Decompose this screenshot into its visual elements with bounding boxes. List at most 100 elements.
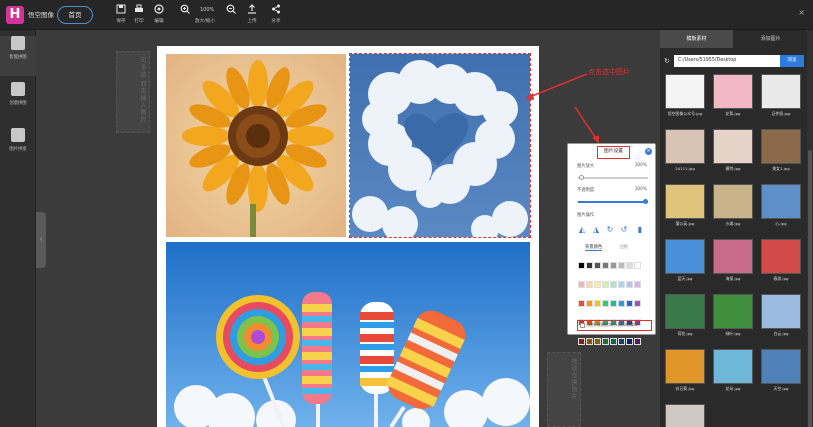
- flip-vertical-icon[interactable]: ◮: [591, 225, 601, 235]
- zoom-in-button[interactable]: [170, 4, 200, 28]
- opacity-slider[interactable]: [578, 199, 648, 204]
- color-swatch[interactable]: [626, 300, 633, 307]
- zoom-slider[interactable]: [578, 175, 648, 180]
- color-swatch[interactable]: [602, 262, 609, 269]
- color-swatch[interactable]: [634, 262, 641, 269]
- color-swatch[interactable]: [586, 338, 593, 345]
- sidebar-item-creative-collage[interactable]: 创意拼图: [0, 82, 36, 122]
- thumbnail-item[interactable]: 蒲公英.jpg: [665, 184, 705, 227]
- thumbnail-item[interactable]: 花絮.jpg: [713, 74, 753, 117]
- color-swatch[interactable]: [634, 300, 641, 307]
- thumbnail-image: [761, 294, 801, 329]
- color-swatch[interactable]: [618, 300, 625, 307]
- apply-all-checkbox-row[interactable]: 对所有图片执行相同的操作: [577, 320, 652, 331]
- color-swatch[interactable]: [594, 281, 601, 288]
- home-button[interactable]: 首页: [57, 6, 93, 24]
- color-swatch[interactable]: [618, 262, 625, 269]
- color-swatch[interactable]: [626, 262, 633, 269]
- color-swatch[interactable]: [586, 300, 593, 307]
- photo-lollipops[interactable]: [166, 242, 530, 427]
- apply-all-checkbox[interactable]: [580, 322, 585, 328]
- tab-bg-color[interactable]: 背景颜色: [585, 245, 603, 251]
- delete-icon[interactable]: ▮: [635, 225, 645, 235]
- edit-icon: [153, 4, 165, 16]
- tab-frame[interactable]: 边框: [620, 245, 629, 250]
- thumbnail-item[interactable]: 心.jpg: [761, 184, 801, 227]
- color-swatch[interactable]: [634, 338, 641, 345]
- browse-button[interactable]: 浏览: [780, 55, 804, 67]
- color-swatch[interactable]: [586, 262, 593, 269]
- sidebar-item-smart-collage[interactable]: 智能拼图: [0, 36, 36, 76]
- color-swatch[interactable]: [610, 300, 617, 307]
- thumbnail-image: [713, 349, 753, 384]
- app-logo: H: [6, 6, 24, 24]
- color-swatch[interactable]: [602, 281, 609, 288]
- close-icon[interactable]: ×: [798, 8, 805, 17]
- zoom-label: 图片放大: [577, 164, 595, 169]
- sidebar-collapse-handle[interactable]: ›: [36, 212, 46, 268]
- photo-heart-cloud[interactable]: [349, 53, 531, 238]
- color-swatch[interactable]: [578, 338, 585, 345]
- sidebar-item-image-stitch[interactable]: 图片拼接: [0, 128, 36, 168]
- flip-horizontal-icon[interactable]: ◭: [577, 225, 587, 235]
- collage-canvas[interactable]: [157, 46, 539, 427]
- rotate-left-icon[interactable]: ↺: [619, 225, 629, 235]
- thumbnail-label: 天空.jpg: [773, 386, 789, 391]
- refresh-icon[interactable]: ↻: [664, 57, 670, 65]
- color-swatch[interactable]: [602, 338, 609, 345]
- bg-frame-tabs: 背景颜色 边框: [585, 244, 629, 251]
- color-swatch[interactable]: [594, 262, 601, 269]
- thumbnail-item[interactable]: 白云.jpg: [761, 294, 801, 337]
- right-panel: 模板素材 添加图片 ↻ C:/Users/51955/Desktop 浏览 悟空…: [660, 30, 807, 427]
- thumbnail-item[interactable]: 人物.jpg: [665, 404, 705, 427]
- thumbnail-item[interactable]: 悟空图像公众号.jpg: [665, 74, 705, 117]
- thumbnail-item[interactable]: 海报.jpg: [713, 239, 753, 282]
- color-swatch[interactable]: [634, 281, 641, 288]
- thumbnail-item[interactable]: 荷花.jpg: [665, 294, 705, 337]
- scrollbar-thumb[interactable]: [808, 150, 812, 427]
- popup-close-button[interactable]: ×: [645, 148, 652, 155]
- thumbnail-item[interactable]: 20111.jpg: [665, 129, 705, 172]
- thumbnail-image: [761, 239, 801, 274]
- thumbnail-item[interactable]: 花朵.jpg: [713, 349, 753, 392]
- rotate-right-icon[interactable]: ↻: [605, 225, 615, 235]
- thumbnail-item[interactable]: 美女1.jpg: [761, 129, 801, 172]
- thumbnail-image: [761, 184, 801, 219]
- color-swatch[interactable]: [626, 281, 633, 288]
- color-swatch[interactable]: [578, 281, 585, 288]
- share-button[interactable]: 分享: [261, 4, 291, 28]
- color-swatch[interactable]: [610, 262, 617, 269]
- color-swatch[interactable]: [578, 300, 585, 307]
- color-swatch[interactable]: [586, 281, 593, 288]
- color-swatch[interactable]: [618, 281, 625, 288]
- thumbnail-item[interactable]: 模特.jpg: [713, 129, 753, 172]
- thumbnail-item[interactable]: 绿叶.jpg: [713, 294, 753, 337]
- opacity-slider-handle[interactable]: [643, 199, 648, 204]
- tab-add-images[interactable]: 添加图片: [734, 30, 807, 48]
- thumbnail-item[interactable]: 沙滩.jpg: [713, 184, 753, 227]
- color-swatch[interactable]: [618, 338, 625, 345]
- tab-templates[interactable]: 模板素材: [660, 30, 733, 48]
- path-row: ↻ C:/Users/51955/Desktop 浏览: [664, 55, 804, 67]
- color-swatch[interactable]: [578, 262, 585, 269]
- thumbnail-item[interactable]: 蓝天.jpg: [665, 239, 705, 282]
- hint-swap: 拖动交换图片: [547, 352, 581, 427]
- thumbnail-label: 绿叶.jpg: [725, 331, 741, 336]
- thumbnail-item[interactable]: 证件照.jpg: [761, 74, 801, 117]
- folder-path-input[interactable]: C:/Users/51955/Desktop: [674, 55, 782, 67]
- thumbnail-item[interactable]: 春游.jpg: [761, 239, 801, 282]
- photo-sunflower[interactable]: [166, 54, 346, 237]
- color-swatch[interactable]: [594, 338, 601, 345]
- color-swatch[interactable]: [626, 338, 633, 345]
- color-swatch[interactable]: [610, 338, 617, 345]
- share-icon: [270, 4, 282, 16]
- thumbnail-item[interactable]: 天空.jpg: [761, 349, 801, 392]
- thumbnail-image: [665, 349, 705, 384]
- thumbnail-image: [761, 129, 801, 164]
- zoom-slider-handle[interactable]: [579, 175, 585, 180]
- color-swatch[interactable]: [602, 300, 609, 307]
- color-swatch[interactable]: [594, 300, 601, 307]
- right-panel-scrollbar[interactable]: [807, 30, 813, 427]
- color-swatch[interactable]: [610, 281, 617, 288]
- thumbnail-item[interactable]: 向日葵.jpg: [665, 349, 705, 392]
